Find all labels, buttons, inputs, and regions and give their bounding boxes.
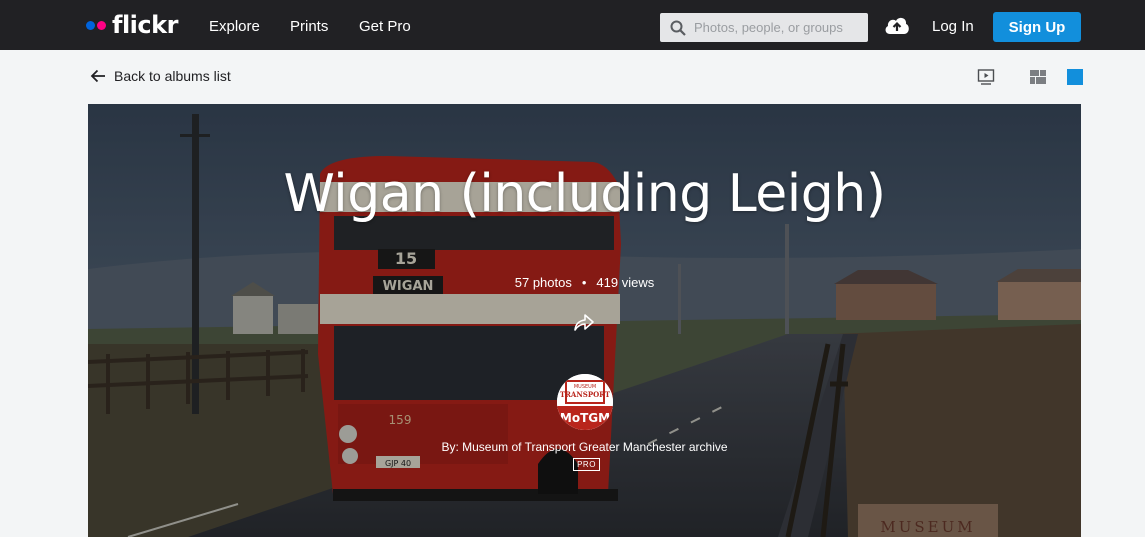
arrow-left-icon (90, 69, 105, 83)
login-link[interactable]: Log In (932, 18, 974, 35)
logo-line-2: TRANSPORT (560, 390, 611, 399)
single-view-icon[interactable] (1066, 68, 1084, 86)
slideshow-icon[interactable] (977, 68, 995, 86)
logo-blue-dot (86, 20, 95, 30)
nav-prints-link[interactable]: Prints (290, 18, 328, 35)
grid-view-icon[interactable] (1029, 68, 1047, 86)
back-to-albums-link[interactable]: Back to albums list (90, 68, 231, 84)
nav-explore-link[interactable]: Explore (209, 18, 260, 35)
album-hero: 15 WIGAN 159 GJP 40 MUSEUM Wigan (includ… (88, 104, 1081, 537)
pro-badge: PRO (573, 458, 600, 471)
upload-cloud-icon[interactable] (883, 15, 911, 35)
search-box[interactable] (660, 13, 868, 42)
logo-wordmark: flickr (112, 11, 178, 39)
photo-count: 57 photos (514, 275, 572, 290)
album-title: Wigan (including Leigh) (283, 164, 886, 224)
signup-button[interactable]: Sign Up (993, 12, 1081, 42)
search-input[interactable] (694, 20, 864, 35)
nav-get-pro-link[interactable]: Get Pro (359, 18, 411, 35)
owner-byline[interactable]: By: Museum of Transport Greater Manchest… (88, 440, 1081, 454)
album-stats: 57 photos • 419 views (88, 275, 1081, 290)
back-link-label: Back to albums list (114, 68, 231, 84)
search-icon (670, 20, 686, 36)
motgm-logo: MUSEUM TRANSPORT MoTGM (557, 374, 613, 430)
flickr-logo[interactable]: flickr (86, 11, 178, 39)
stats-separator: • (581, 275, 587, 290)
view-count: 419 views (596, 275, 655, 290)
logo-line-3: MoTGM (560, 411, 610, 425)
top-nav-bar: flickr Explore Prints Get Pro Log In Sig… (0, 0, 1145, 50)
share-icon[interactable] (572, 312, 596, 332)
logo-pink-dot (97, 20, 106, 30)
owner-avatar[interactable]: MUSEUM TRANSPORT MoTGM (557, 374, 613, 430)
